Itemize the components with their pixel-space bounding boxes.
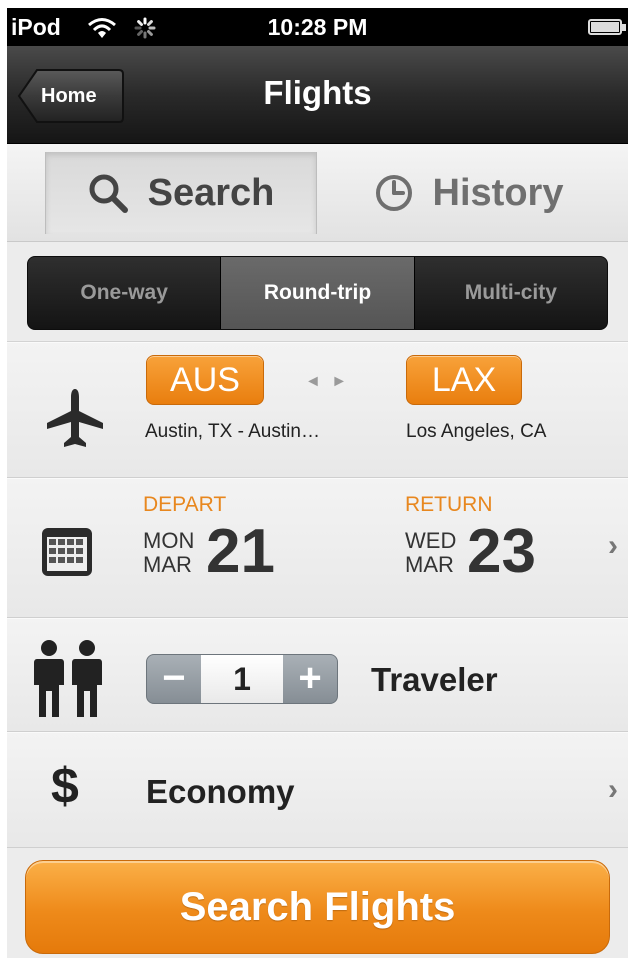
origin-city-label: Austin, TX - Austin… [145, 421, 320, 442]
tab-history-label: History [432, 171, 564, 214]
tab-search-label: Search [147, 171, 275, 214]
return-label: RETURN [405, 493, 493, 516]
search-history-tabs: Search History [7, 144, 628, 242]
status-bar: iPod 10:28 PM [7, 8, 628, 46]
trip-type-segmented-control: One-way Round-trip Multi-city [27, 256, 608, 330]
origin-airport-button[interactable]: AUS [146, 355, 264, 405]
destination-city-label: Los Angeles, CA [406, 421, 547, 442]
return-month: MAR [405, 552, 454, 577]
trip-type-section: One-way Round-trip Multi-city [7, 242, 628, 342]
navigation-bar: Home Flights [7, 46, 628, 144]
cabin-chevron-icon: › [608, 773, 618, 806]
battery-icon [588, 19, 626, 35]
airplane-icon [47, 389, 103, 447]
travelers-icon [34, 640, 102, 717]
status-time: 10:28 PM [267, 14, 368, 40]
depart-month: MAR [143, 552, 192, 577]
tab-history[interactable]: History [319, 152, 619, 234]
calendar-icon [42, 528, 92, 576]
traveler-stepper: − 1 + [146, 654, 338, 704]
traveler-count: 1 [201, 655, 283, 703]
cabin-class-row[interactable]: $ Economy › [7, 732, 628, 848]
depart-label: DEPART [143, 493, 227, 516]
swap-airports-icon[interactable]: ◄ ► [305, 373, 350, 391]
destination-airport-button[interactable]: LAX [406, 355, 522, 405]
return-day: 23 [467, 517, 536, 586]
clock-icon [375, 175, 412, 211]
increment-travelers-button[interactable]: + [283, 655, 337, 703]
return-weekday: WED [405, 528, 457, 553]
travelers-row: − 1 + Traveler [7, 618, 628, 732]
search-icon [89, 174, 128, 213]
search-flights-button[interactable]: Search Flights [25, 860, 610, 954]
app-frame: iPod 10:28 PM Home Flights Search Histor… [7, 8, 628, 958]
cabin-class-label: Economy [146, 773, 295, 810]
depart-day: 21 [206, 517, 275, 586]
tab-search[interactable]: Search [45, 152, 317, 234]
segment-one-way[interactable]: One-way [28, 257, 221, 329]
dates-row[interactable]: DEPART MON MAR 21 RETURN WED MAR 23 › [7, 478, 628, 618]
search-flights-section: Search Flights [7, 848, 628, 958]
segment-round-trip[interactable]: Round-trip [220, 257, 414, 329]
dates-chevron-icon: › [608, 529, 618, 562]
segment-multi-city[interactable]: Multi-city [413, 257, 607, 329]
traveler-label: Traveler [371, 661, 498, 698]
page-title: Flights [263, 74, 372, 111]
dollar-icon: $ [51, 758, 79, 814]
decrement-travelers-button[interactable]: − [147, 655, 201, 703]
route-row: AUS ◄ ► LAX Austin, TX - Austin… Los Ang… [7, 342, 628, 478]
depart-weekday: MON [143, 528, 195, 553]
